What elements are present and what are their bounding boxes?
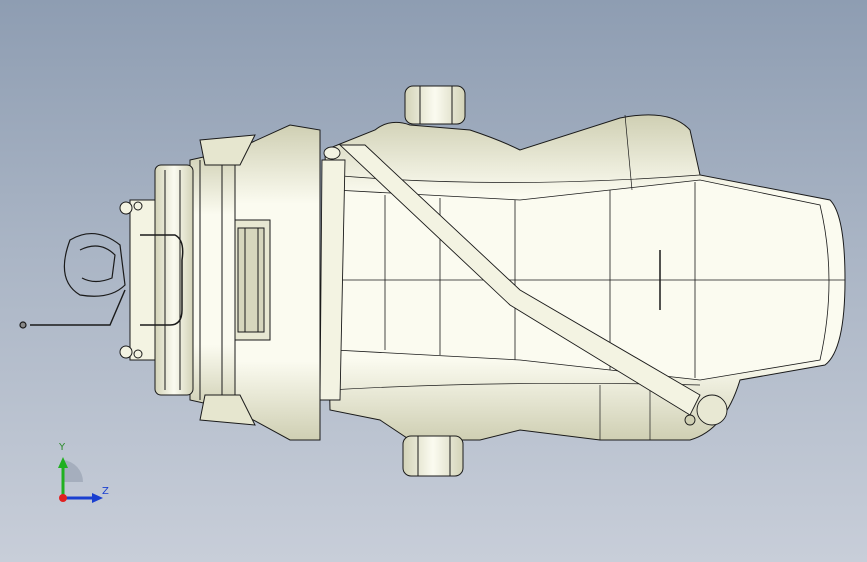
seat-base-plate xyxy=(154,164,194,396)
seat-model-drawing[interactable] xyxy=(0,0,867,562)
cad-graphics-viewport[interactable]: Y Z xyxy=(0,0,867,562)
top-mount-knob xyxy=(404,85,466,125)
release-lever-wire xyxy=(19,233,126,329)
bottom-mount-knob xyxy=(402,435,464,477)
triad-plane xyxy=(63,460,84,482)
seat-front-frame xyxy=(231,124,321,441)
x-axis-point xyxy=(59,494,67,502)
y-axis-label: Y xyxy=(59,442,66,453)
z-axis-label: Z xyxy=(102,486,109,497)
